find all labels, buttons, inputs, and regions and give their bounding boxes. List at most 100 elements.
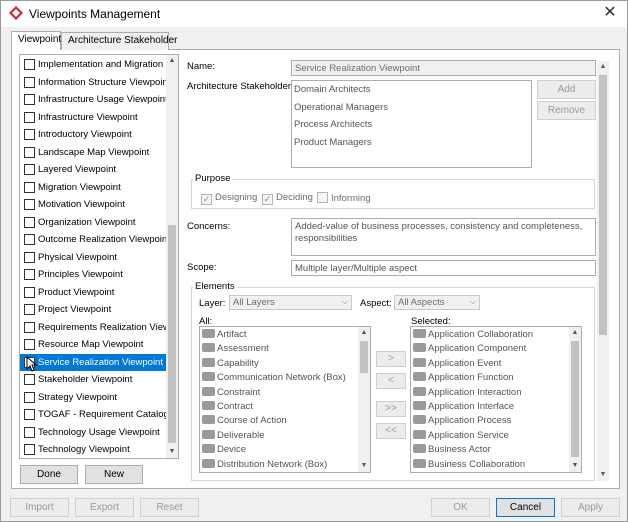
viewpoint-checkbox[interactable] bbox=[24, 234, 35, 245]
selected-elements-list[interactable]: Application Collaboration Application Com… bbox=[410, 326, 582, 473]
viewpoint-list-item[interactable]: Resource Map Viewpoint bbox=[20, 336, 166, 353]
all-element-item[interactable]: Contract bbox=[202, 400, 253, 414]
viewpoint-checkbox[interactable] bbox=[24, 111, 35, 123]
scroll-down-icon[interactable]: ▼ bbox=[358, 460, 370, 472]
viewpoint-list-item[interactable]: Project Viewpoint bbox=[20, 301, 166, 318]
close-icon[interactable]: ✕ bbox=[599, 3, 621, 23]
stakeholder-item[interactable]: Domain Architects bbox=[294, 84, 371, 95]
scroll-thumb[interactable] bbox=[168, 225, 176, 443]
viewpoint-list[interactable]: Implementation and Migration ... Informat… bbox=[19, 54, 179, 459]
concerns-field[interactable]: Added-value of business processes, consi… bbox=[291, 218, 596, 256]
scroll-down-icon[interactable]: ▼ bbox=[597, 469, 609, 481]
viewpoint-list-item[interactable]: Layered Viewpoint bbox=[20, 161, 166, 178]
move-all-left-button[interactable]: << bbox=[376, 423, 406, 439]
viewpoint-list-scrollbar[interactable]: ▲ ▼ bbox=[166, 55, 178, 458]
viewpoint-checkbox[interactable] bbox=[24, 304, 35, 315]
stakeholders-list[interactable]: Domain Architects Operational Managers Pro… bbox=[291, 80, 532, 168]
selected-elements-scrollbar[interactable]: ▲ ▼ bbox=[569, 327, 581, 472]
export-button[interactable]: Export bbox=[75, 498, 134, 517]
viewpoint-list-item[interactable]: Product Viewpoint bbox=[20, 284, 166, 301]
all-element-item[interactable]: Artifact bbox=[202, 328, 247, 342]
viewpoint-list-item[interactable]: Motivation Viewpoint bbox=[20, 196, 166, 213]
selected-element-item[interactable]: Application Event bbox=[413, 357, 501, 371]
stakeholder-item[interactable]: Process Architects bbox=[294, 119, 372, 130]
layer-dropdown[interactable]: All Layers ⌵ bbox=[229, 295, 352, 310]
viewpoint-list-item[interactable]: Technology Usage Viewpoint bbox=[20, 424, 166, 441]
all-elements-scrollbar[interactable]: ▲ ▼ bbox=[358, 327, 370, 472]
purpose-checkbox-deciding[interactable]: ✓ Deciding bbox=[262, 192, 313, 205]
scroll-down-icon[interactable]: ▼ bbox=[569, 460, 581, 472]
viewpoint-list-item[interactable]: Infrastructure Viewpoint bbox=[20, 109, 166, 126]
scroll-up-icon[interactable]: ▲ bbox=[358, 327, 370, 339]
viewpoint-list-item[interactable]: Migration Viewpoint bbox=[20, 179, 166, 196]
move-all-right-button[interactable]: >> bbox=[376, 401, 406, 417]
apply-button[interactable]: Apply bbox=[561, 498, 620, 517]
viewpoint-list-item[interactable]: Stakeholder Viewpoint bbox=[20, 371, 166, 388]
viewpoint-checkbox[interactable] bbox=[24, 251, 35, 263]
done-button[interactable]: Done bbox=[20, 465, 78, 484]
scroll-up-icon[interactable]: ▲ bbox=[166, 55, 178, 67]
reset-button[interactable]: Reset bbox=[140, 498, 199, 517]
purpose-checkbox-informing[interactable]: Informing bbox=[317, 192, 371, 204]
viewpoint-checkbox[interactable] bbox=[24, 181, 35, 193]
remove-stakeholder-button[interactable]: Remove bbox=[537, 101, 596, 120]
scroll-thumb[interactable] bbox=[599, 75, 607, 335]
viewpoint-list-item[interactable]: Service Realization Viewpoint bbox=[20, 353, 166, 371]
all-element-item[interactable]: Constraint bbox=[202, 386, 260, 400]
new-button[interactable]: New bbox=[85, 465, 143, 484]
viewpoint-checkbox[interactable] bbox=[24, 374, 35, 385]
scroll-thumb[interactable] bbox=[360, 341, 368, 373]
selected-element-item[interactable]: Application Interaction bbox=[413, 386, 521, 400]
viewpoint-checkbox[interactable] bbox=[24, 286, 35, 298]
selected-element-item[interactable]: Application Function bbox=[413, 371, 514, 385]
selected-element-item[interactable]: Business Collaboration bbox=[413, 458, 525, 472]
selected-element-item[interactable]: Application Component bbox=[413, 342, 526, 356]
viewpoint-list-item[interactable]: Outcome Realization Viewpoint bbox=[20, 231, 166, 248]
all-element-item[interactable]: Capability bbox=[202, 357, 259, 371]
viewpoint-checkbox[interactable] bbox=[24, 444, 35, 455]
all-element-item[interactable]: Device bbox=[202, 443, 246, 457]
add-stakeholder-button[interactable]: Add bbox=[537, 80, 596, 99]
viewpoint-checkbox[interactable] bbox=[24, 216, 35, 228]
viewpoint-list-item[interactable]: Infrastructure Usage Viewpoint bbox=[20, 91, 166, 108]
move-left-button[interactable]: < bbox=[376, 373, 406, 389]
name-field[interactable]: Service Realization Viewpoint bbox=[291, 60, 596, 76]
selected-element-item[interactable]: Application Process bbox=[413, 414, 511, 428]
move-right-button[interactable]: > bbox=[376, 351, 406, 367]
all-element-item[interactable]: Deliverable bbox=[202, 429, 265, 443]
viewpoint-list-item[interactable]: Implementation and Migration ... bbox=[20, 56, 166, 73]
viewpoint-checkbox[interactable] bbox=[24, 269, 35, 280]
selected-element-item[interactable]: Business Actor bbox=[413, 443, 491, 457]
selected-element-item[interactable]: Application Interface bbox=[413, 400, 514, 414]
viewpoint-checkbox[interactable] bbox=[24, 164, 35, 175]
scroll-up-icon[interactable]: ▲ bbox=[569, 327, 581, 339]
viewpoint-list-item[interactable]: Technology Viewpoint bbox=[20, 441, 166, 458]
scroll-up-icon[interactable]: ▲ bbox=[597, 61, 609, 73]
viewpoint-list-item[interactable]: Physical Viewpoint bbox=[20, 249, 166, 266]
viewpoint-checkbox[interactable] bbox=[24, 409, 35, 420]
viewpoint-list-item[interactable]: Information Structure Viewpoint bbox=[20, 74, 166, 91]
scroll-thumb[interactable] bbox=[571, 341, 579, 457]
all-elements-list[interactable]: Artifact Assessment Capability Communicatio… bbox=[199, 326, 371, 473]
viewpoint-list-item[interactable]: Strategy Viewpoint bbox=[20, 389, 166, 406]
viewpoint-checkbox[interactable] bbox=[24, 76, 35, 88]
viewpoint-checkbox[interactable] bbox=[24, 199, 35, 210]
viewpoint-list-item[interactable]: Introductory Viewpoint bbox=[20, 126, 166, 143]
stakeholder-item[interactable]: Product Managers bbox=[294, 137, 372, 148]
viewpoint-list-item[interactable]: TOGAF - Requirement Catalog bbox=[20, 406, 166, 423]
viewpoint-checkbox[interactable] bbox=[24, 129, 35, 140]
stakeholder-item[interactable]: Operational Managers bbox=[294, 102, 388, 113]
viewpoint-list-item[interactable]: Landscape Map Viewpoint bbox=[20, 144, 166, 161]
cancel-button[interactable]: Cancel bbox=[496, 498, 555, 517]
all-element-item[interactable]: Course of Action bbox=[202, 414, 287, 428]
form-scrollbar[interactable]: ▲ ▼ bbox=[597, 61, 609, 481]
viewpoint-checkbox[interactable] bbox=[24, 321, 35, 333]
tab-architecture-stakeholder[interactable]: Architecture Stakeholder bbox=[61, 32, 178, 50]
all-element-item[interactable]: Assessment bbox=[202, 342, 269, 356]
viewpoint-list-item[interactable]: Organization Viewpoint bbox=[20, 214, 166, 231]
viewpoint-checkbox[interactable] bbox=[24, 94, 35, 105]
selected-element-item[interactable]: Application Service bbox=[413, 429, 509, 443]
viewpoint-checkbox[interactable] bbox=[24, 391, 35, 403]
ok-button[interactable]: OK bbox=[431, 498, 490, 517]
purpose-checkbox-designing[interactable]: ✓ Designing bbox=[201, 192, 257, 205]
